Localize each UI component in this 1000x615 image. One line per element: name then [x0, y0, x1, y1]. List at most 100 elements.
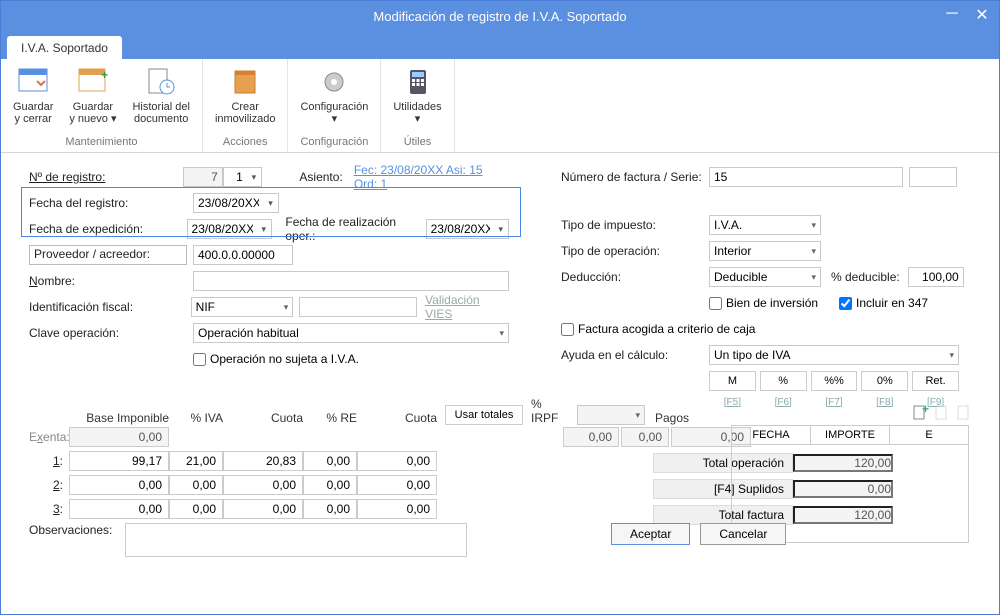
- usar-totales-button[interactable]: Usar totales: [445, 405, 523, 425]
- cuota-field[interactable]: [223, 451, 303, 471]
- pre-field[interactable]: [303, 475, 357, 495]
- mini-m-button[interactable]: M: [709, 371, 756, 391]
- cancelar-button[interactable]: Cancelar: [700, 523, 786, 545]
- idfiscal-num-field[interactable]: [299, 297, 417, 317]
- cuota-field[interactable]: [223, 499, 303, 519]
- guardar-nuevo-button[interactable]: + Guardar y nuevo ▾: [65, 63, 120, 134]
- observaciones-field[interactable]: [125, 523, 467, 557]
- piva-field[interactable]: [169, 499, 223, 519]
- svg-text:+: +: [922, 404, 929, 416]
- cuota2-field[interactable]: [357, 499, 437, 519]
- fecha-registro-label: Fecha del registro:: [29, 196, 193, 210]
- pre-field[interactable]: [303, 451, 357, 471]
- cuota-field[interactable]: [223, 475, 303, 495]
- fecha-exp-dropdown[interactable]: ▾: [257, 219, 272, 239]
- criterio-caja-checkbox[interactable]: Factura acogida a criterio de caja: [561, 322, 755, 336]
- fecha-registro-dropdown[interactable]: ▾: [263, 193, 279, 213]
- history-icon: [144, 65, 178, 99]
- group-mantenimiento-label: Mantenimiento: [9, 134, 194, 150]
- nombre-label: Nombre:: [29, 274, 193, 288]
- titlebar: Modificación de registro de I.V.A. Sopor…: [1, 1, 999, 31]
- proveedor-label[interactable]: Proveedor / acreedor:: [29, 245, 187, 265]
- historial-button[interactable]: Historial del documento: [128, 63, 193, 134]
- ayuda-label: Ayuda en el cálculo:: [561, 348, 709, 362]
- guardar-cerrar-button[interactable]: Guardar y cerrar: [9, 63, 57, 134]
- row-num-label: 2:: [29, 478, 69, 492]
- nregistro-ord-field[interactable]: [223, 167, 247, 187]
- col-irpf-label: % IRPF: [523, 397, 571, 425]
- fecha-oper-label: Fecha de realización oper.:: [285, 215, 425, 243]
- pagos-importe-col: IMPORTE: [811, 426, 890, 444]
- col-cuota2-label: Cuota: [357, 411, 437, 425]
- col-piva-label: % IVA: [169, 411, 223, 425]
- cuota2-field[interactable]: [357, 451, 437, 471]
- deduccion-select[interactable]: Deducible: [709, 267, 821, 287]
- pct-ded-field[interactable]: [908, 267, 964, 287]
- piva-field[interactable]: [169, 451, 223, 471]
- fecha-oper-field[interactable]: [426, 219, 494, 239]
- base-field[interactable]: [69, 499, 169, 519]
- tipo-imp-label: Tipo de impuesto:: [561, 218, 709, 232]
- deduccion-label: Deducción:: [561, 270, 709, 284]
- idfiscal-label: Identificación fiscal:: [29, 300, 191, 314]
- incluir-347-checkbox[interactable]: Incluir en 347: [839, 296, 928, 310]
- col-cuota-label: Cuota: [223, 411, 303, 425]
- aceptar-button[interactable]: Aceptar: [611, 523, 690, 545]
- pagos-header: FECHA IMPORTE E: [732, 426, 968, 445]
- row-num-label: 1:: [29, 454, 69, 468]
- row-num-label: 3:: [29, 502, 69, 516]
- pagos-label: Pagos: [655, 411, 705, 425]
- irpf-select[interactable]: [577, 405, 645, 425]
- clave-label: Clave operación:: [29, 326, 193, 340]
- add-page-icon[interactable]: +: [911, 404, 929, 425]
- close-button[interactable]: ✕: [973, 5, 991, 25]
- observaciones-label: Observaciones:: [29, 523, 125, 537]
- page2-icon[interactable]: [955, 404, 973, 425]
- tipo-imp-select[interactable]: I.V.A.: [709, 215, 821, 235]
- mini-pctpct-button[interactable]: %%: [811, 371, 858, 391]
- op-no-sujeta-checkbox[interactable]: Operación no sujeta a I.V.A.: [193, 352, 359, 366]
- nregistro-field[interactable]: [183, 167, 223, 187]
- col-base-label: Base Imponible: [69, 411, 169, 425]
- nregistro-ord-dropdown[interactable]: ▾: [247, 167, 262, 187]
- minimize-button[interactable]: ─: [943, 5, 961, 25]
- tipo-op-select[interactable]: Interior: [709, 241, 821, 261]
- tab-iva-soportado[interactable]: I.V.A. Soportado: [7, 36, 122, 59]
- svg-text:+: +: [101, 68, 108, 82]
- fecha-oper-dropdown[interactable]: ▾: [494, 219, 509, 239]
- validacion-vies-link[interactable]: Validación VIES: [425, 293, 509, 321]
- configuracion-button[interactable]: Configuración ▾: [296, 63, 372, 134]
- fecha-exp-label: Fecha de expedición:: [29, 222, 187, 236]
- page-icon[interactable]: [933, 404, 951, 425]
- crear-inmovilizado-button[interactable]: Crear inmovilizado: [211, 63, 280, 134]
- clave-select[interactable]: Operación habitual: [193, 323, 509, 343]
- fecha-registro-field[interactable]: [193, 193, 263, 213]
- irpf-v2-field: [621, 427, 669, 447]
- nombre-field[interactable]: [193, 271, 509, 291]
- serie-field[interactable]: [909, 167, 957, 187]
- asiento-link[interactable]: Fec: 23/08/20XX Asi: 15 Ord: 1: [354, 163, 509, 191]
- cuota2-field[interactable]: [357, 475, 437, 495]
- proveedor-field[interactable]: [193, 245, 293, 265]
- save-new-icon: +: [76, 65, 110, 99]
- nfactura-label: Número de factura / Serie:: [561, 170, 709, 184]
- pre-field[interactable]: [303, 499, 357, 519]
- bien-inv-checkbox[interactable]: Bien de inversión: [709, 296, 839, 310]
- fecha-exp-field[interactable]: [187, 219, 257, 239]
- mini-pct-button[interactable]: %: [760, 371, 807, 391]
- tabstrip: I.V.A. Soportado: [1, 31, 999, 59]
- nregistro-label: Nº de registro:: [29, 170, 183, 184]
- base-field[interactable]: [69, 475, 169, 495]
- exenta-label: Exenta:: [29, 430, 69, 444]
- pagos-fecha-col: FECHA: [732, 426, 811, 444]
- base-field[interactable]: [69, 451, 169, 471]
- mini-ret-button[interactable]: Ret.: [912, 371, 959, 391]
- exenta-field[interactable]: [69, 427, 169, 447]
- utilidades-button[interactable]: Utilidades ▾: [389, 63, 445, 134]
- piva-field[interactable]: [169, 475, 223, 495]
- group-configuracion-label: Configuración: [296, 134, 372, 150]
- idfiscal-tipo-select[interactable]: NIF: [191, 297, 294, 317]
- mini-0pct-button[interactable]: 0%: [861, 371, 908, 391]
- ayuda-select[interactable]: Un tipo de IVA: [709, 345, 959, 365]
- nfactura-field[interactable]: [709, 167, 903, 187]
